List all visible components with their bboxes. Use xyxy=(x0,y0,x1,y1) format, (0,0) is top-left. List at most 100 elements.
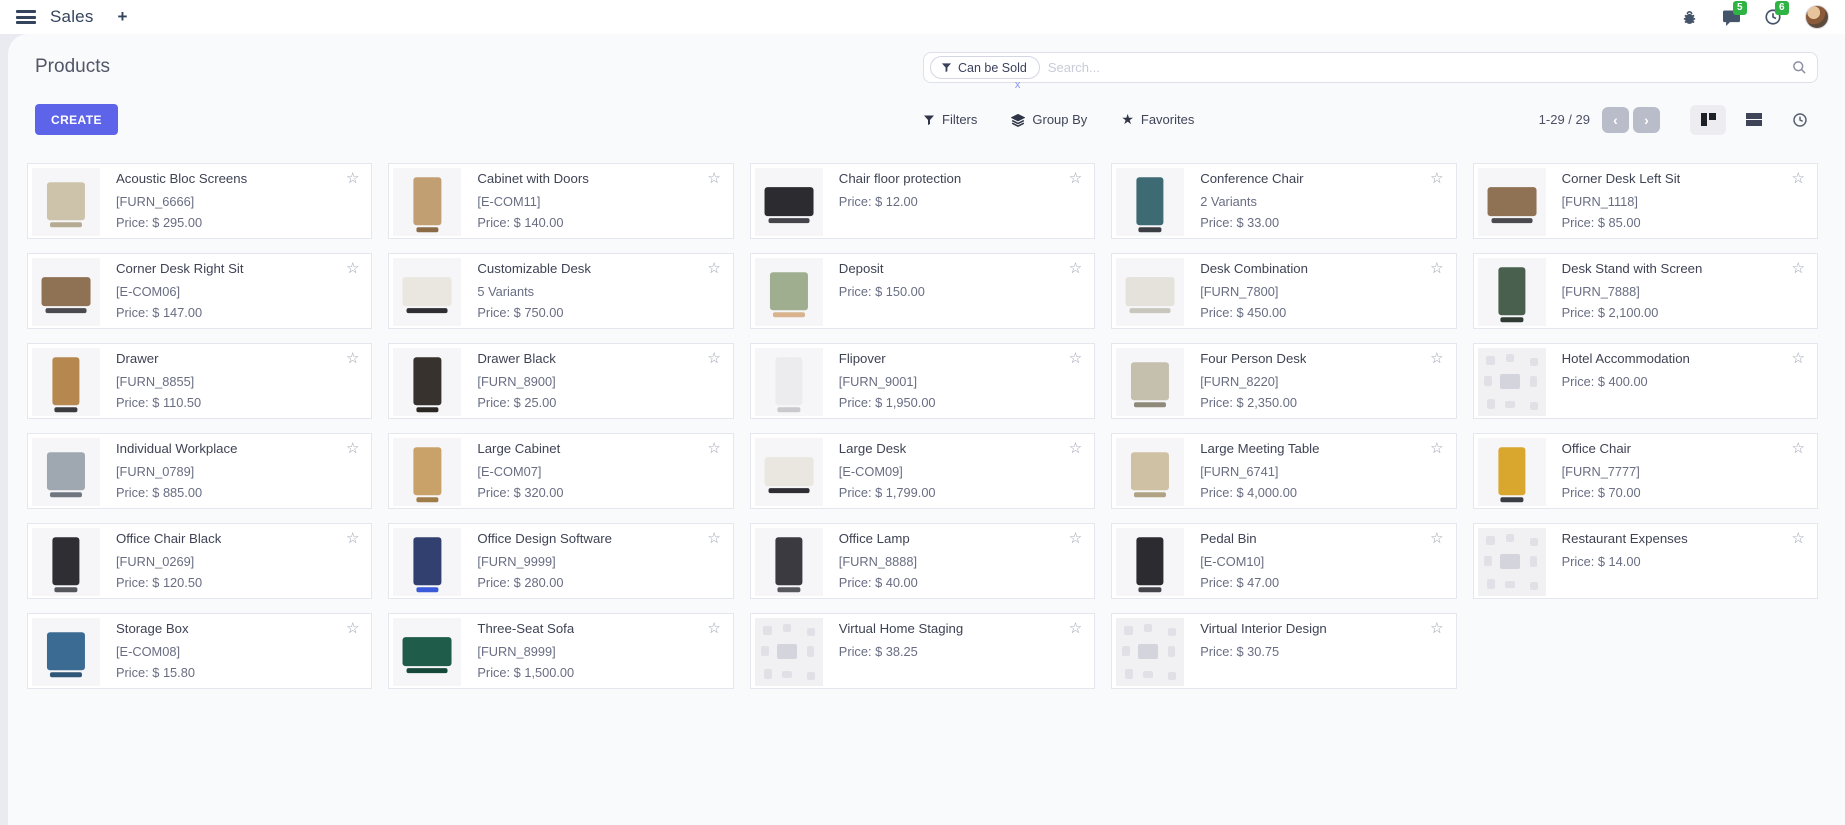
product-card[interactable]: Desk Combination [FURN_7800] Price: $ 45… xyxy=(1111,253,1456,329)
debug-bug-icon[interactable] xyxy=(1679,7,1699,27)
product-card[interactable]: Individual Workplace [FURN_0789] Price: … xyxy=(27,433,372,509)
favorite-star-icon[interactable]: ☆ xyxy=(1792,441,1805,456)
product-card[interactable]: Hotel Accommodation Price: $ 400.00 ☆ xyxy=(1473,343,1818,419)
favorite-star-icon[interactable]: ☆ xyxy=(1069,351,1082,366)
product-code: 2 Variants xyxy=(1200,194,1303,209)
favorite-star-icon[interactable]: ☆ xyxy=(707,261,720,276)
pager: 1-29 / 29 ‹ › xyxy=(1539,107,1660,133)
list-view-button[interactable] xyxy=(1736,105,1772,135)
favorite-star-icon[interactable]: ☆ xyxy=(1069,621,1082,636)
product-card[interactable]: Acoustic Bloc Screens [FURN_6666] Price:… xyxy=(27,163,372,239)
favorite-star-icon[interactable]: ☆ xyxy=(1792,171,1805,186)
favorite-star-icon[interactable]: ☆ xyxy=(346,531,359,546)
create-button[interactable]: CREATE xyxy=(35,104,118,135)
new-tab-icon[interactable]: + xyxy=(118,7,128,27)
product-image xyxy=(755,528,823,596)
product-card[interactable]: Restaurant Expenses Price: $ 14.00 ☆ xyxy=(1473,523,1818,599)
product-price: Price: $ 140.00 xyxy=(477,215,588,230)
favorite-star-icon[interactable]: ☆ xyxy=(707,621,720,636)
messages-icon[interactable]: 5 xyxy=(1721,7,1741,27)
product-card[interactable]: Office Chair Black [FURN_0269] Price: $ … xyxy=(27,523,372,599)
favorite-star-icon[interactable]: ☆ xyxy=(1792,351,1805,366)
facet-remove-icon[interactable]: x xyxy=(1015,80,1021,91)
product-card[interactable]: Corner Desk Left Sit [FURN_1118] Price: … xyxy=(1473,163,1818,239)
pager-next-button[interactable]: › xyxy=(1633,107,1660,133)
favorite-star-icon[interactable]: ☆ xyxy=(1069,261,1082,276)
product-card[interactable]: Office Chair [FURN_7777] Price: $ 70.00 … xyxy=(1473,433,1818,509)
favorite-star-icon[interactable]: ☆ xyxy=(1430,171,1443,186)
product-name: Virtual Interior Design xyxy=(1200,621,1327,638)
favorite-star-icon[interactable]: ☆ xyxy=(1430,531,1443,546)
product-card[interactable]: Cabinet with Doors [E-COM11] Price: $ 14… xyxy=(388,163,733,239)
product-card[interactable]: Customizable Desk 5 Variants Price: $ 75… xyxy=(388,253,733,329)
app-name[interactable]: Sales xyxy=(50,7,94,27)
product-card[interactable]: Virtual Interior Design Price: $ 30.75 ☆ xyxy=(1111,613,1456,689)
product-card[interactable]: Virtual Home Staging Price: $ 38.25 ☆ xyxy=(750,613,1095,689)
favorite-star-icon[interactable]: ☆ xyxy=(1069,171,1082,186)
favorite-star-icon[interactable]: ☆ xyxy=(1430,441,1443,456)
search-icon[interactable] xyxy=(1792,60,1807,75)
user-avatar[interactable] xyxy=(1805,5,1829,29)
product-card[interactable]: Storage Box [E-COM08] Price: $ 15.80 ☆ xyxy=(27,613,372,689)
favorite-star-icon[interactable]: ☆ xyxy=(346,351,359,366)
product-card[interactable]: Office Lamp [FURN_8888] Price: $ 40.00 ☆ xyxy=(750,523,1095,599)
favorite-star-icon[interactable]: ☆ xyxy=(707,171,720,186)
product-card[interactable]: Large Desk [E-COM09] Price: $ 1,799.00 ☆ xyxy=(750,433,1095,509)
kanban-view-button[interactable] xyxy=(1690,105,1726,135)
favorite-star-icon[interactable]: ☆ xyxy=(707,441,720,456)
product-card[interactable]: Large Cabinet [E-COM07] Price: $ 320.00 … xyxy=(388,433,733,509)
product-image xyxy=(393,618,461,686)
favorite-star-icon[interactable]: ☆ xyxy=(707,351,720,366)
favorite-star-icon[interactable]: ☆ xyxy=(1430,621,1443,636)
product-card[interactable]: Corner Desk Right Sit [E-COM06] Price: $… xyxy=(27,253,372,329)
product-card[interactable]: Flipover [FURN_9001] Price: $ 1,950.00 ☆ xyxy=(750,343,1095,419)
product-name: Individual Workplace xyxy=(116,441,237,458)
favorites-button[interactable]: ★ Favorites xyxy=(1121,111,1194,128)
favorite-star-icon[interactable]: ☆ xyxy=(1430,261,1443,276)
product-card[interactable]: Pedal Bin [E-COM10] Price: $ 47.00 ☆ xyxy=(1111,523,1456,599)
apps-menu-icon[interactable] xyxy=(16,10,36,24)
favorite-star-icon[interactable]: ☆ xyxy=(346,171,359,186)
pager-previous-button[interactable]: ‹ xyxy=(1602,107,1629,133)
search-facet-can-be-sold[interactable]: Can be Sold x xyxy=(930,56,1040,79)
group-by-button[interactable]: Group By xyxy=(1011,112,1087,127)
activity-view-button[interactable] xyxy=(1782,105,1818,135)
product-image xyxy=(1478,528,1546,596)
product-card[interactable]: Conference Chair 2 Variants Price: $ 33.… xyxy=(1111,163,1456,239)
favorite-star-icon[interactable]: ☆ xyxy=(1792,531,1805,546)
top-navbar: Sales + 5 6 xyxy=(0,0,1845,34)
product-card[interactable]: Chair floor protection Price: $ 12.00 ☆ xyxy=(750,163,1095,239)
product-image xyxy=(755,348,823,416)
search-input[interactable] xyxy=(1048,60,1792,75)
product-price: Price: $ 25.00 xyxy=(477,395,556,410)
product-card[interactable]: Drawer [FURN_8855] Price: $ 110.50 ☆ xyxy=(27,343,372,419)
favorite-star-icon[interactable]: ☆ xyxy=(346,441,359,456)
list-icon xyxy=(1746,113,1762,126)
product-name: Cabinet with Doors xyxy=(477,171,588,188)
filters-button[interactable]: Filters xyxy=(923,112,977,127)
product-image xyxy=(1478,258,1546,326)
activities-clock-icon[interactable]: 6 xyxy=(1763,7,1783,27)
product-price: Price: $ 147.00 xyxy=(116,305,244,320)
product-name: Desk Combination xyxy=(1200,261,1308,278)
favorite-star-icon[interactable]: ☆ xyxy=(1792,261,1805,276)
product-card[interactable]: Large Meeting Table [FURN_6741] Price: $… xyxy=(1111,433,1456,509)
product-image xyxy=(32,618,100,686)
favorite-star-icon[interactable]: ☆ xyxy=(1069,531,1082,546)
favorite-star-icon[interactable]: ☆ xyxy=(346,621,359,636)
product-card[interactable]: Three-Seat Sofa [FURN_8999] Price: $ 1,5… xyxy=(388,613,733,689)
pager-range: 1-29 / 29 xyxy=(1539,112,1590,127)
favorite-star-icon[interactable]: ☆ xyxy=(707,531,720,546)
product-card[interactable]: Office Design Software [FURN_9999] Price… xyxy=(388,523,733,599)
favorite-star-icon[interactable]: ☆ xyxy=(346,261,359,276)
product-card[interactable]: Drawer Black [FURN_8900] Price: $ 25.00 … xyxy=(388,343,733,419)
product-card[interactable]: Four Person Desk [FURN_8220] Price: $ 2,… xyxy=(1111,343,1456,419)
product-card[interactable]: Deposit Price: $ 150.00 ☆ xyxy=(750,253,1095,329)
product-card[interactable]: Desk Stand with Screen [FURN_7888] Price… xyxy=(1473,253,1818,329)
product-price: Price: $ 120.50 xyxy=(116,575,221,590)
product-name: Large Meeting Table xyxy=(1200,441,1319,458)
favorite-star-icon[interactable]: ☆ xyxy=(1430,351,1443,366)
favorite-star-icon[interactable]: ☆ xyxy=(1069,441,1082,456)
product-name: Storage Box xyxy=(116,621,195,638)
search-bar[interactable]: Can be Sold x xyxy=(923,52,1818,83)
